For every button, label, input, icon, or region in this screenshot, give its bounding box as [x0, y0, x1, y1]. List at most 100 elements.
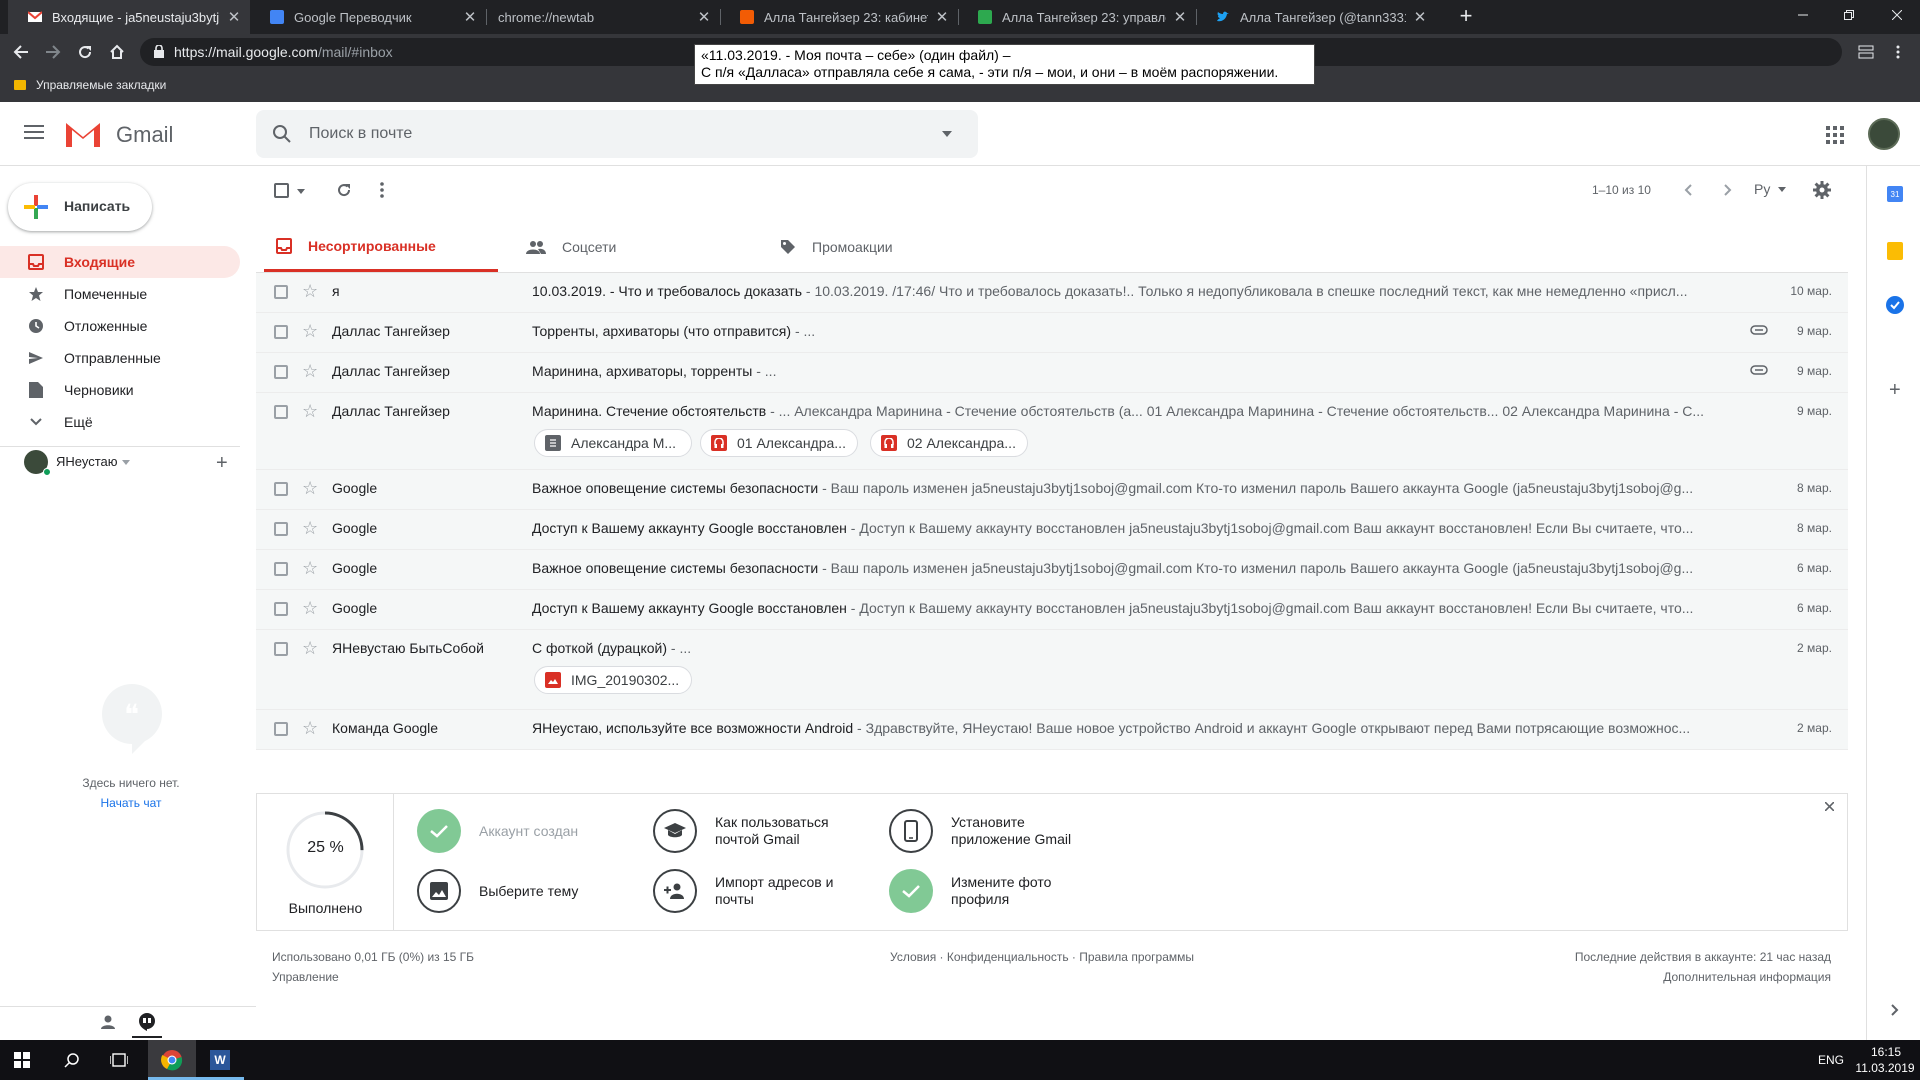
- row-checkbox[interactable]: [274, 722, 288, 736]
- forward-icon[interactable]: [41, 40, 65, 64]
- tab-social[interactable]: Соцсети: [526, 222, 616, 272]
- attachment-chip[interactable]: 02 Александра...: [870, 429, 1028, 457]
- row-checkbox[interactable]: [274, 602, 288, 616]
- mail-row[interactable]: ☆ Даллас Тангейзер Маринина. Стечение об…: [256, 393, 1848, 470]
- mail-row[interactable]: ☆ Google Важное оповещение системы безоп…: [256, 550, 1848, 590]
- search-box[interactable]: Поиск в почте: [256, 110, 978, 158]
- row-checkbox[interactable]: [274, 405, 288, 419]
- contacts-icon[interactable]: [100, 1014, 116, 1030]
- keep-icon[interactable]: [1887, 242, 1903, 260]
- star-outline-icon[interactable]: ☆: [302, 402, 318, 420]
- star-outline-icon[interactable]: ☆: [302, 719, 318, 737]
- row-checkbox[interactable]: [274, 365, 288, 379]
- row-checkbox[interactable]: [274, 325, 288, 339]
- task-view-icon[interactable]: [110, 1052, 128, 1068]
- select-all-checkbox[interactable]: [274, 183, 289, 198]
- nav-sent[interactable]: Отправленные: [0, 342, 240, 374]
- browser-tab-translate[interactable]: Google Переводчик ✕: [250, 0, 486, 34]
- search-options-icon[interactable]: [942, 131, 952, 137]
- input-language-indicator[interactable]: ENG: [1818, 1053, 1844, 1067]
- manage-storage-link[interactable]: Управление: [272, 970, 339, 984]
- browser-tab-twitter[interactable]: Алла Тангейзер (@tann333111a ✕: [1196, 0, 1436, 34]
- mail-row[interactable]: ☆ Даллас Тангейзер Торренты, архиваторы …: [256, 313, 1848, 353]
- add-addon-plus-icon[interactable]: +: [1889, 380, 1901, 400]
- calendar-icon[interactable]: 31: [1887, 186, 1903, 202]
- star-outline-icon[interactable]: ☆: [302, 362, 318, 380]
- account-avatar[interactable]: [1868, 118, 1900, 150]
- tab-close-icon[interactable]: ✕: [696, 8, 712, 26]
- browser-tab-newtab[interactable]: chrome://newtab ✕: [478, 0, 720, 34]
- home-icon[interactable]: [105, 40, 129, 64]
- star-outline-icon[interactable]: ☆: [302, 599, 318, 617]
- tab-close-icon[interactable]: ✕: [226, 8, 242, 26]
- search-input[interactable]: Поиск в почте: [309, 125, 412, 143]
- close-setup-icon[interactable]: [1825, 802, 1834, 811]
- row-checkbox[interactable]: [274, 285, 288, 299]
- row-checkbox[interactable]: [274, 482, 288, 496]
- star-outline-icon[interactable]: ☆: [302, 639, 318, 657]
- clock-date[interactable]: 11.03.2019: [1852, 1061, 1918, 1075]
- apps-grid-icon[interactable]: [1826, 126, 1844, 144]
- tab-close-icon[interactable]: ✕: [1412, 8, 1428, 26]
- mail-row[interactable]: ☆ я 10.03.2019. - Что и требовалось дока…: [256, 273, 1848, 313]
- prev-page-icon[interactable]: [1684, 184, 1692, 196]
- reload-icon[interactable]: [73, 40, 97, 64]
- attachment-chip[interactable]: 01 Александра...: [700, 429, 858, 457]
- taskbar-search-icon[interactable]: [64, 1052, 80, 1068]
- tab-primary[interactable]: Несортированные: [264, 222, 498, 272]
- mail-row[interactable]: ☆ ЯНевустаю БытьСобой С фоткой (дурацкой…: [256, 630, 1848, 710]
- nav-more[interactable]: Ещё: [0, 406, 240, 438]
- mail-row[interactable]: ☆ Даллас Тангейзер Маринина, архиваторы,…: [256, 353, 1848, 393]
- start-chat-link[interactable]: Начать чат: [0, 796, 262, 810]
- browser-tab-cabinet[interactable]: Алла Тангейзер 23: кабинет авт ✕: [720, 0, 958, 34]
- row-checkbox[interactable]: [274, 562, 288, 576]
- task-install-app[interactable]: Установите приложение Gmail: [889, 809, 1071, 853]
- mail-row[interactable]: ☆ Команда Google ЯНеустаю, используйте в…: [256, 710, 1848, 750]
- search-icon[interactable]: [272, 124, 292, 144]
- refresh-icon[interactable]: [336, 182, 352, 198]
- row-checkbox[interactable]: [274, 642, 288, 656]
- tab-close-icon[interactable]: ✕: [934, 8, 950, 26]
- expand-panel-icon[interactable]: [1891, 1004, 1899, 1016]
- word-taskbar-icon[interactable]: W: [196, 1040, 244, 1080]
- nav-snoozed[interactable]: Отложенные: [0, 310, 240, 342]
- more-actions-icon[interactable]: [380, 182, 384, 198]
- policy-links[interactable]: Условия · Конфиденциальность · Правила п…: [890, 950, 1194, 964]
- back-icon[interactable]: [9, 40, 33, 64]
- bookmark-folder[interactable]: Управляемые закладки: [14, 78, 166, 92]
- nav-drafts[interactable]: Черновики: [0, 374, 240, 406]
- gmail-logo-icon[interactable]: [64, 119, 102, 149]
- tab-close-icon[interactable]: ✕: [1172, 8, 1188, 26]
- tasks-icon[interactable]: [1886, 296, 1904, 314]
- attachment-chip[interactable]: IMG_20190302...: [534, 666, 692, 694]
- star-outline-icon[interactable]: ☆: [302, 519, 318, 537]
- mail-row[interactable]: ☆ Google Доступ к Вашему аккаунту Google…: [256, 510, 1848, 550]
- hangouts-user[interactable]: ЯНеустаю: [56, 454, 118, 469]
- attachment-chip[interactable]: Александра М...: [534, 429, 692, 457]
- star-outline-icon[interactable]: ☆: [302, 322, 318, 340]
- tab-close-icon[interactable]: ✕: [462, 8, 478, 26]
- user-dropdown-icon[interactable]: [122, 460, 130, 465]
- browser-menu-icon[interactable]: [1886, 40, 1910, 64]
- windows-start-icon[interactable]: [14, 1052, 30, 1068]
- nav-inbox[interactable]: Входящие: [0, 246, 240, 278]
- task-how-to-use[interactable]: Как пользоваться почтой Gmail: [653, 809, 829, 853]
- chrome-taskbar-icon[interactable]: [148, 1040, 196, 1080]
- settings-gear-icon[interactable]: [1812, 180, 1832, 200]
- mail-row[interactable]: ☆ Google Доступ к Вашему аккаунту Google…: [256, 590, 1848, 630]
- input-language-button[interactable]: Ру: [1754, 181, 1770, 197]
- restore-icon[interactable]: [1826, 0, 1872, 30]
- extension-icon[interactable]: [1854, 40, 1878, 64]
- add-chat-plus-icon[interactable]: +: [216, 453, 228, 473]
- compose-button[interactable]: Написать: [8, 183, 152, 231]
- select-dropdown-icon[interactable]: [297, 189, 305, 194]
- activity-details-link[interactable]: Дополнительная информация: [1663, 970, 1831, 984]
- close-window-icon[interactable]: [1874, 0, 1920, 30]
- hangouts-icon[interactable]: [132, 1008, 162, 1038]
- task-choose-theme[interactable]: Выберите тему: [417, 869, 578, 913]
- star-outline-icon[interactable]: ☆: [302, 282, 318, 300]
- language-dropdown-icon[interactable]: [1778, 187, 1786, 192]
- task-import-contacts[interactable]: Импорт адресов и почты: [653, 869, 833, 913]
- minimize-icon[interactable]: [1780, 0, 1826, 30]
- browser-tab-manage[interactable]: Алла Тангейзер 23: управление ✕: [958, 0, 1196, 34]
